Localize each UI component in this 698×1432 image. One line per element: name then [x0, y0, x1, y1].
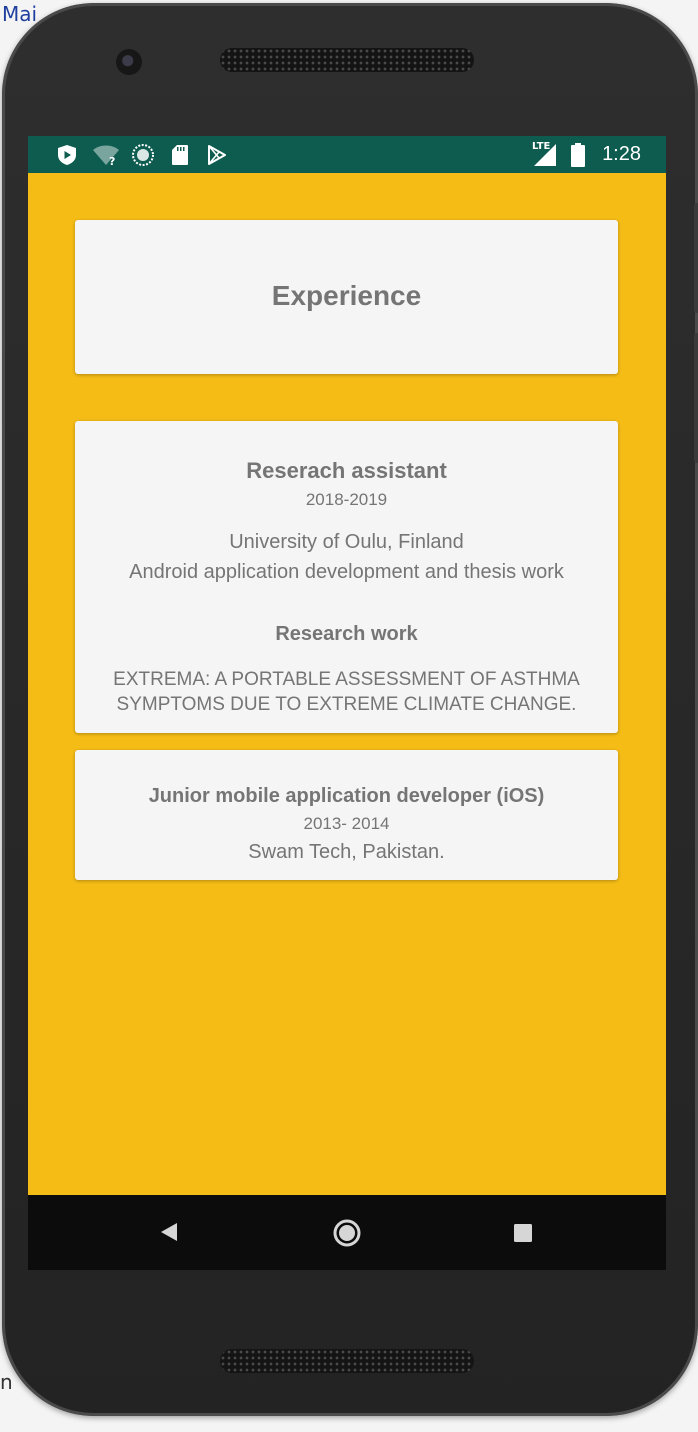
experience-years: 2018-2019 [305, 490, 388, 509]
front-camera [116, 49, 142, 75]
experience-card: Reserach assistant 2018-2019 University … [75, 421, 618, 733]
play-store-icon [206, 144, 228, 171]
experience-organization: Swam Tech, Pakistan. [248, 841, 445, 863]
navigation-bar [28, 1195, 666, 1270]
power-button [694, 203, 698, 313]
shield-icon [56, 144, 78, 171]
recents-icon[interactable] [513, 1223, 533, 1248]
experience-description: Android application development and thes… [129, 561, 564, 583]
battery-icon [571, 143, 585, 172]
status-bar: ? LTE 1:28 [28, 136, 666, 173]
experience-years: 2013- 2014 [303, 814, 390, 833]
page-title: Experience [271, 280, 422, 311]
research-title-line-1: EXTREMA: A PORTABLE ASSESSMENT OF ASTHMA [113, 669, 580, 690]
experience-header-card: Experience [75, 220, 618, 374]
sync-circle-icon [132, 144, 154, 171]
desktop-window-text: n [0, 1370, 13, 1394]
volume-button [694, 333, 698, 463]
lte-label: LTE [532, 141, 551, 152]
sd-card-icon [171, 144, 189, 171]
home-icon[interactable] [332, 1218, 362, 1253]
experience-role: Junior mobile application developer (iOS… [148, 785, 545, 807]
desktop-window-title: Mai [2, 2, 38, 26]
research-title-line-2: SYMPTOMS DUE TO EXTREME CLIMATE CHANGE. [116, 694, 577, 715]
experience-organization: University of Oulu, Finland [229, 531, 464, 553]
research-heading: Research work [275, 623, 418, 645]
experience-role: Reserach assistant [246, 458, 447, 483]
top-speaker-grille [220, 48, 474, 72]
svg-text:?: ? [109, 155, 115, 167]
bottom-speaker-grille [220, 1349, 474, 1373]
back-icon[interactable] [159, 1222, 179, 1247]
experience-card: Junior mobile application developer (iOS… [75, 750, 618, 880]
wifi-unknown-icon: ? [92, 143, 120, 172]
status-time: 1:28 [602, 143, 641, 165]
phone-screen: ? LTE 1:28 Experience Reserach assistant… [28, 136, 666, 1270]
